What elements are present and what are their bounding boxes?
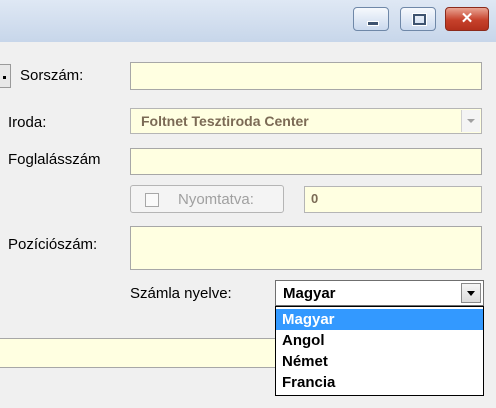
maximize-icon: [413, 14, 426, 25]
nyomtatva-checkbox-button[interactable]: Nyomtatva:: [130, 185, 284, 213]
poziciosszam-field[interactable]: [130, 226, 482, 270]
close-icon: ✕: [460, 10, 474, 27]
poziciosszam-label: Pozíciószám:: [8, 236, 98, 253]
iroda-value: Foltnet Tesztiroda Center: [141, 113, 309, 129]
maximize-button[interactable]: [400, 7, 436, 31]
iroda-label: Iroda:: [8, 114, 47, 131]
nyomtatva-count-field: 0: [304, 186, 482, 213]
close-button[interactable]: ✕: [445, 7, 489, 31]
sorszam-field[interactable]: [130, 62, 482, 90]
szamla-nyelve-label: Számla nyelve:: [130, 285, 232, 302]
minimize-button[interactable]: [353, 7, 389, 31]
foglalasszam-label: Foglalásszám: [8, 151, 101, 168]
foglalasszam-field[interactable]: [130, 148, 482, 175]
chevron-down-icon[interactable]: [461, 283, 481, 303]
window-titlebar: ✕: [0, 0, 496, 42]
nyomtatva-label: Nyomtatva:: [178, 191, 254, 208]
minimize-icon: [367, 21, 379, 26]
row-selector-button[interactable]: [0, 64, 11, 88]
chevron-down-icon[interactable]: [461, 110, 480, 132]
szamla-nyelve-select[interactable]: Magyar: [275, 280, 484, 306]
nyomtatva-count-value: 0: [311, 191, 319, 206]
sorszam-label: Sorszám:: [20, 67, 84, 84]
language-option-magyar[interactable]: Magyar: [276, 309, 483, 330]
language-dropdown-list[interactable]: Magyar Angol Német Francia: [275, 306, 484, 396]
language-option-angol[interactable]: Angol: [276, 330, 483, 351]
iroda-select[interactable]: Foltnet Tesztiroda Center: [130, 108, 482, 134]
bottom-field-band: [0, 338, 275, 368]
checkbox-icon[interactable]: [145, 193, 159, 207]
dot-icon: [3, 76, 6, 79]
szamla-nyelve-value: Magyar: [283, 285, 336, 302]
language-option-francia[interactable]: Francia: [276, 372, 483, 393]
language-option-nemet[interactable]: Német: [276, 351, 483, 372]
